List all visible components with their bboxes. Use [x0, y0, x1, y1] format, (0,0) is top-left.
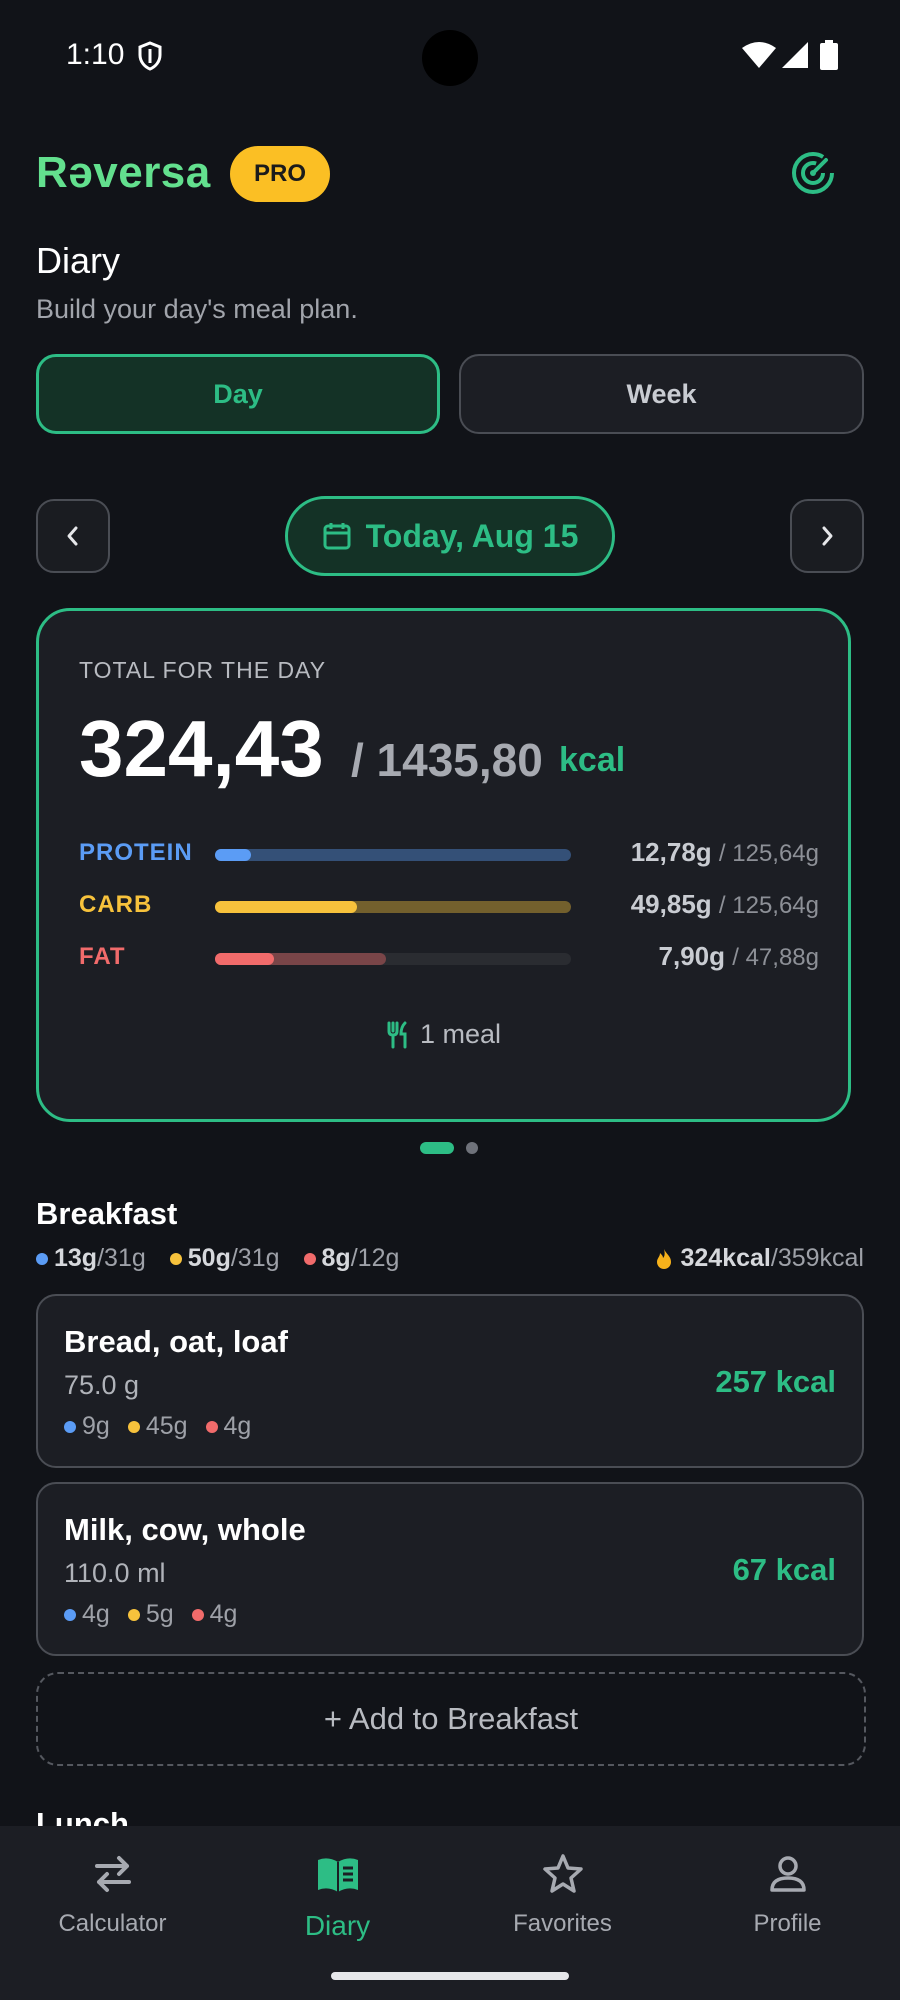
- date-selector[interactable]: Today, Aug 15: [285, 496, 615, 576]
- app-brand: Rəversa: [36, 148, 211, 197]
- macro-row-fat: FAT 7,90g / 47,88g: [79, 941, 819, 973]
- signal-icon: [782, 42, 808, 68]
- shield-icon: [138, 41, 162, 71]
- battery-icon: [820, 40, 838, 70]
- breakfast-title: Breakfast: [36, 1196, 178, 1231]
- food-kcal: 67 kcal: [732, 1552, 836, 1587]
- macro-progress-track: [215, 849, 571, 861]
- day-summary-card[interactable]: TOTAL FOR THE DAY 324,43 / 1435,80 kcal …: [36, 608, 851, 1122]
- next-day-button[interactable]: [790, 499, 864, 573]
- macro-progress-fill: [215, 849, 251, 861]
- previous-day-button[interactable]: [36, 499, 110, 573]
- star-icon: [542, 1854, 583, 1893]
- person-icon: [769, 1856, 806, 1892]
- macro-name: PROTEIN: [79, 839, 193, 866]
- food-name: Milk, cow, whole: [64, 1512, 306, 1547]
- calendar-icon: [323, 523, 351, 550]
- breakfast-fat: 8g/12g: [303, 1244, 399, 1273]
- food-quantity: 75.0 g: [64, 1370, 140, 1400]
- page-subtitle: Build your day's meal plan.: [36, 294, 358, 324]
- macro-value: 7,90g / 47,88g: [658, 941, 819, 971]
- breakfast-protein: 13g/31g: [36, 1244, 146, 1273]
- camera-cutout: [422, 30, 478, 86]
- nav-label: Profile: [753, 1910, 822, 1937]
- breakfast-kcal: 324kcal/359kcal: [655, 1244, 864, 1273]
- macro-progress-fill: [215, 901, 358, 913]
- food-macros: 4g 5g 4g: [64, 1600, 237, 1629]
- date-label: Today, Aug 15: [365, 517, 579, 554]
- kcal-unit: kcal: [559, 741, 626, 779]
- macro-value: 12,78g / 125,64g: [630, 837, 819, 867]
- consumed-kcal: 324,43: [79, 704, 324, 793]
- macro-name: FAT: [79, 943, 126, 970]
- nav-label: Calculator: [58, 1910, 167, 1937]
- chevron-right-icon: [822, 526, 833, 546]
- nav-calculator[interactable]: Calculator: [0, 1826, 225, 2000]
- macro-row-carb: CARB 49,85g / 125,64g: [79, 889, 819, 921]
- summary-label: TOTAL FOR THE DAY: [79, 657, 327, 683]
- tab-day[interactable]: Day: [36, 354, 440, 434]
- nav-label: Diary: [304, 1910, 371, 1941]
- radar-icon[interactable]: [790, 150, 836, 196]
- macro-name: CARB: [79, 891, 153, 918]
- flame-icon: [656, 1248, 671, 1269]
- fork-knife-icon: [387, 1021, 407, 1048]
- macro-value: 49,85g / 125,64g: [630, 889, 819, 919]
- add-to-breakfast-button[interactable]: + Add to Breakfast: [36, 1672, 866, 1766]
- macro-progress-track: [215, 901, 571, 913]
- nav-profile[interactable]: Profile: [675, 1826, 900, 2000]
- food-item-milk[interactable]: Milk, cow, whole 110.0 ml 4g 5g 4g 67 kc…: [36, 1482, 864, 1656]
- food-macros: 9g 45g 4g: [64, 1412, 251, 1441]
- breakfast-carb: 50g/31g: [169, 1244, 280, 1273]
- macro-progress-track: [215, 953, 571, 965]
- swap-icon: [94, 1856, 131, 1892]
- goal-kcal: / 1435,80: [351, 734, 543, 786]
- food-quantity: 110.0 ml: [64, 1558, 166, 1588]
- page-dot-active[interactable]: [420, 1142, 454, 1154]
- page-title: Diary: [36, 240, 121, 281]
- wifi-icon: [742, 42, 776, 68]
- home-indicator[interactable]: [331, 1972, 569, 1980]
- food-kcal: 257 kcal: [715, 1364, 836, 1399]
- status-time: 1:10: [66, 38, 125, 71]
- meal-count: 1 meal: [39, 1019, 848, 1050]
- macro-progress-fill: [215, 953, 274, 965]
- status-bar: 1:10: [0, 0, 900, 115]
- breakfast-macros: 13g/31g 50g/31g 8g/12g: [36, 1244, 399, 1273]
- book-icon: [317, 1858, 358, 1892]
- pro-badge[interactable]: PRO: [230, 146, 330, 202]
- page-indicator: [420, 1142, 478, 1154]
- food-name: Bread, oat, loaf: [64, 1324, 288, 1359]
- page-dot[interactable]: [466, 1142, 478, 1154]
- food-item-bread[interactable]: Bread, oat, loaf 75.0 g 9g 45g 4g 257 kc…: [36, 1294, 864, 1468]
- nav-label: Favorites: [513, 1910, 612, 1937]
- chevron-left-icon: [67, 526, 78, 546]
- macro-row-protein: PROTEIN 12,78g / 125,64g: [79, 837, 819, 869]
- tab-week[interactable]: Week: [459, 354, 864, 434]
